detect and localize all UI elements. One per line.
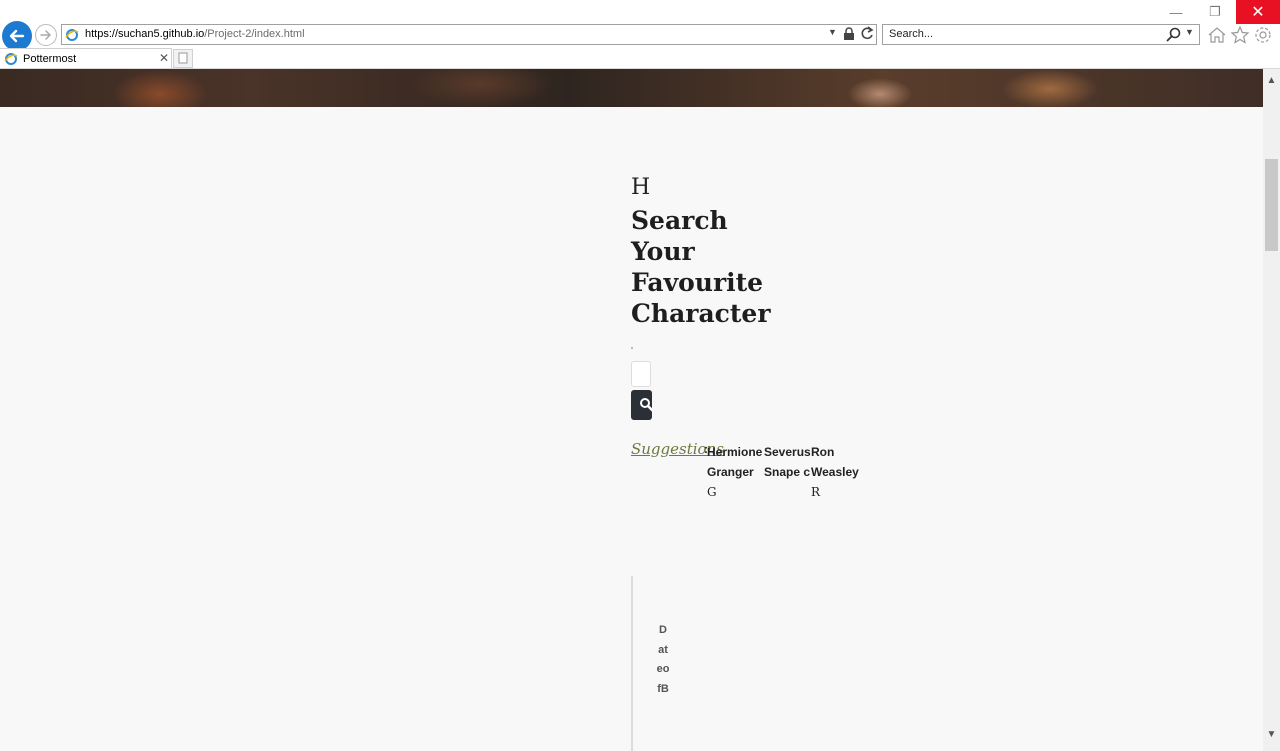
- heading-initial: H: [631, 175, 651, 200]
- browser-search-placeholder: Search...: [889, 28, 934, 40]
- scroll-up-arrow-icon[interactable]: ▲: [1263, 75, 1280, 89]
- address-dropdown-icon[interactable]: ▼: [828, 27, 837, 37]
- search-icon: [640, 398, 652, 412]
- window-maximize-button[interactable]: ❐: [1203, 0, 1227, 24]
- star-icon[interactable]: [1230, 25, 1250, 45]
- ie-logo-icon: [65, 29, 79, 41]
- tab-label: Pottermost: [23, 53, 77, 65]
- gear-icon[interactable]: [1253, 25, 1273, 45]
- refresh-icon[interactable]: [860, 26, 874, 41]
- search-section: H Search Your Favourite Character: [631, 175, 891, 420]
- decorative-dot: [631, 347, 633, 349]
- search-icon[interactable]: [1166, 27, 1182, 43]
- window-minimize-button[interactable]: —: [1164, 0, 1188, 24]
- address-bar[interactable]: https://suchan5.github.io/Project-2/inde…: [61, 24, 877, 45]
- timeline-date-label: DateofB: [656, 624, 670, 695]
- character-search-button[interactable]: [631, 390, 652, 420]
- search-dropdown-icon[interactable]: ▼: [1185, 27, 1194, 37]
- new-tab-button[interactable]: [173, 49, 193, 68]
- tab-pottermost[interactable]: Pottermost ✕: [0, 48, 172, 69]
- browser-search-box[interactable]: Search... ▼: [882, 24, 1200, 45]
- suggestion-severus-snape[interactable]: Severus Snape c: [764, 442, 811, 482]
- url-text: https://suchan5.github.io/Project-2/inde…: [85, 28, 305, 40]
- ie-logo-icon: [4, 53, 18, 65]
- new-tab-icon: [178, 52, 188, 64]
- lock-icon[interactable]: [843, 27, 855, 41]
- browser-chrome: — ❐ ✕ https://suchan5.github.io/Project-…: [0, 0, 1280, 69]
- suggestion-hermione-granger[interactable]: Hermione Granger G: [707, 442, 762, 502]
- page-scrollbar[interactable]: ▲ ▼: [1263, 69, 1280, 751]
- back-button[interactable]: [2, 21, 32, 51]
- scroll-thumb[interactable]: [1265, 159, 1278, 251]
- suggestion-ron-weasley[interactable]: Ron Weasley R: [811, 442, 859, 502]
- home-icon[interactable]: [1207, 25, 1227, 45]
- hero-banner-image: [0, 69, 1263, 107]
- forward-button[interactable]: [35, 24, 57, 46]
- forward-arrow-icon: [40, 30, 52, 40]
- window-close-button[interactable]: ✕: [1236, 0, 1280, 24]
- scroll-down-arrow-icon[interactable]: ▼: [1263, 729, 1280, 743]
- tab-close-icon[interactable]: ✕: [159, 51, 169, 65]
- timeline-line: [631, 576, 633, 751]
- back-arrow-icon: [9, 29, 25, 43]
- character-search-input[interactable]: [631, 361, 651, 387]
- page-title: Search Your Favourite Character: [631, 206, 771, 328]
